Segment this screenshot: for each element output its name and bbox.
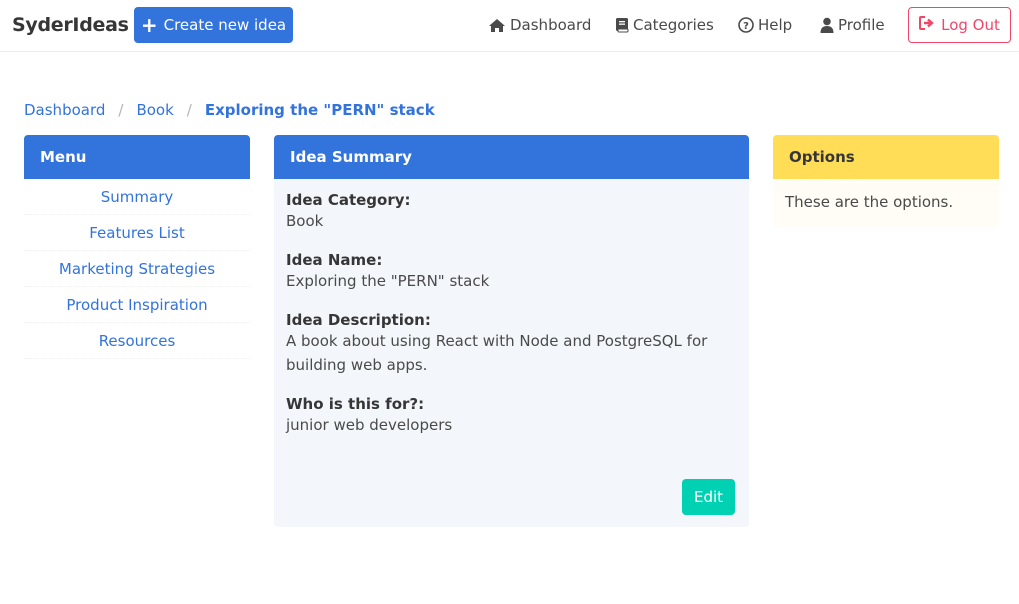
svg-text:?: ? <box>743 21 749 32</box>
idea-name-value: Exploring the "PERN" stack <box>286 272 490 290</box>
log-out-button[interactable]: Log Out <box>908 7 1011 43</box>
breadcrumb-separator: / <box>186 101 192 119</box>
target-audience-field: Who is this for?: junior web developers <box>286 395 737 437</box>
idea-summary-panel: Idea Summary Idea Category: Book Idea Na… <box>274 135 749 527</box>
sign-out-icon <box>919 16 935 34</box>
menu-heading: Menu <box>24 135 250 179</box>
user-icon <box>820 17 834 33</box>
menu-item-product-inspiration[interactable]: Product Inspiration <box>24 287 250 323</box>
create-new-idea-label: Create new idea <box>163 16 287 34</box>
log-out-label: Log Out <box>941 16 1000 34</box>
menu-item-marketing-strategies[interactable]: Marketing Strategies <box>24 251 250 287</box>
question-circle-icon: ? <box>738 17 754 33</box>
nav-profile-label: Profile <box>838 16 885 34</box>
breadcrumb-separator: / <box>118 101 124 119</box>
nav-dashboard[interactable]: Dashboard <box>488 16 591 34</box>
idea-category-label: Idea Category: <box>286 191 411 209</box>
options-panel: Options These are the options. <box>773 135 999 227</box>
breadcrumb-dashboard[interactable]: Dashboard <box>24 101 105 119</box>
breadcrumb-book[interactable]: Book <box>136 101 173 119</box>
plus-icon: + <box>140 13 158 37</box>
menu-item-resources[interactable]: Resources <box>24 323 250 359</box>
create-new-idea-button[interactable]: + Create new idea <box>134 7 293 43</box>
breadcrumb: Dashboard / Book / Exploring the "PERN" … <box>24 101 435 119</box>
options-heading: Options <box>773 135 999 179</box>
menu-list: Summary Features List Marketing Strategi… <box>24 179 250 359</box>
brand-logo[interactable]: SyderIdeas <box>12 14 129 36</box>
options-text: These are the options. <box>785 193 954 211</box>
nav-dashboard-label: Dashboard <box>510 16 592 34</box>
nav-categories[interactable]: Categories <box>615 16 714 34</box>
idea-summary-heading: Idea Summary <box>274 135 749 179</box>
target-audience-value: junior web developers <box>286 416 453 434</box>
idea-category-value: Book <box>286 212 324 230</box>
idea-description-field: Idea Description: A book about using Rea… <box>286 311 737 377</box>
book-icon <box>615 17 629 33</box>
edit-button[interactable]: Edit <box>682 479 735 515</box>
top-navbar: SyderIdeas + Create new idea Dashboard C… <box>0 0 1019 52</box>
menu-panel: Menu Summary Features List Marketing Str… <box>24 135 250 359</box>
idea-name-field: Idea Name: Exploring the "PERN" stack <box>286 251 737 293</box>
nav-help[interactable]: ? Help <box>738 16 792 34</box>
idea-category-field: Idea Category: Book <box>286 191 737 233</box>
idea-description-label: Idea Description: <box>286 311 431 329</box>
nav-help-label: Help <box>758 16 793 34</box>
nav-categories-label: Categories <box>633 16 714 34</box>
idea-name-label: Idea Name: <box>286 251 383 269</box>
menu-item-summary[interactable]: Summary <box>24 179 250 215</box>
idea-description-value: A book about using React with Node and P… <box>286 332 708 374</box>
idea-summary-body: Idea Category: Book Idea Name: Exploring… <box>274 179 749 437</box>
home-icon <box>488 18 506 33</box>
menu-item-features-list[interactable]: Features List <box>24 215 250 251</box>
target-audience-label: Who is this for?: <box>286 395 425 413</box>
breadcrumb-current: Exploring the "PERN" stack <box>204 101 435 119</box>
nav-profile[interactable]: Profile <box>820 16 885 34</box>
